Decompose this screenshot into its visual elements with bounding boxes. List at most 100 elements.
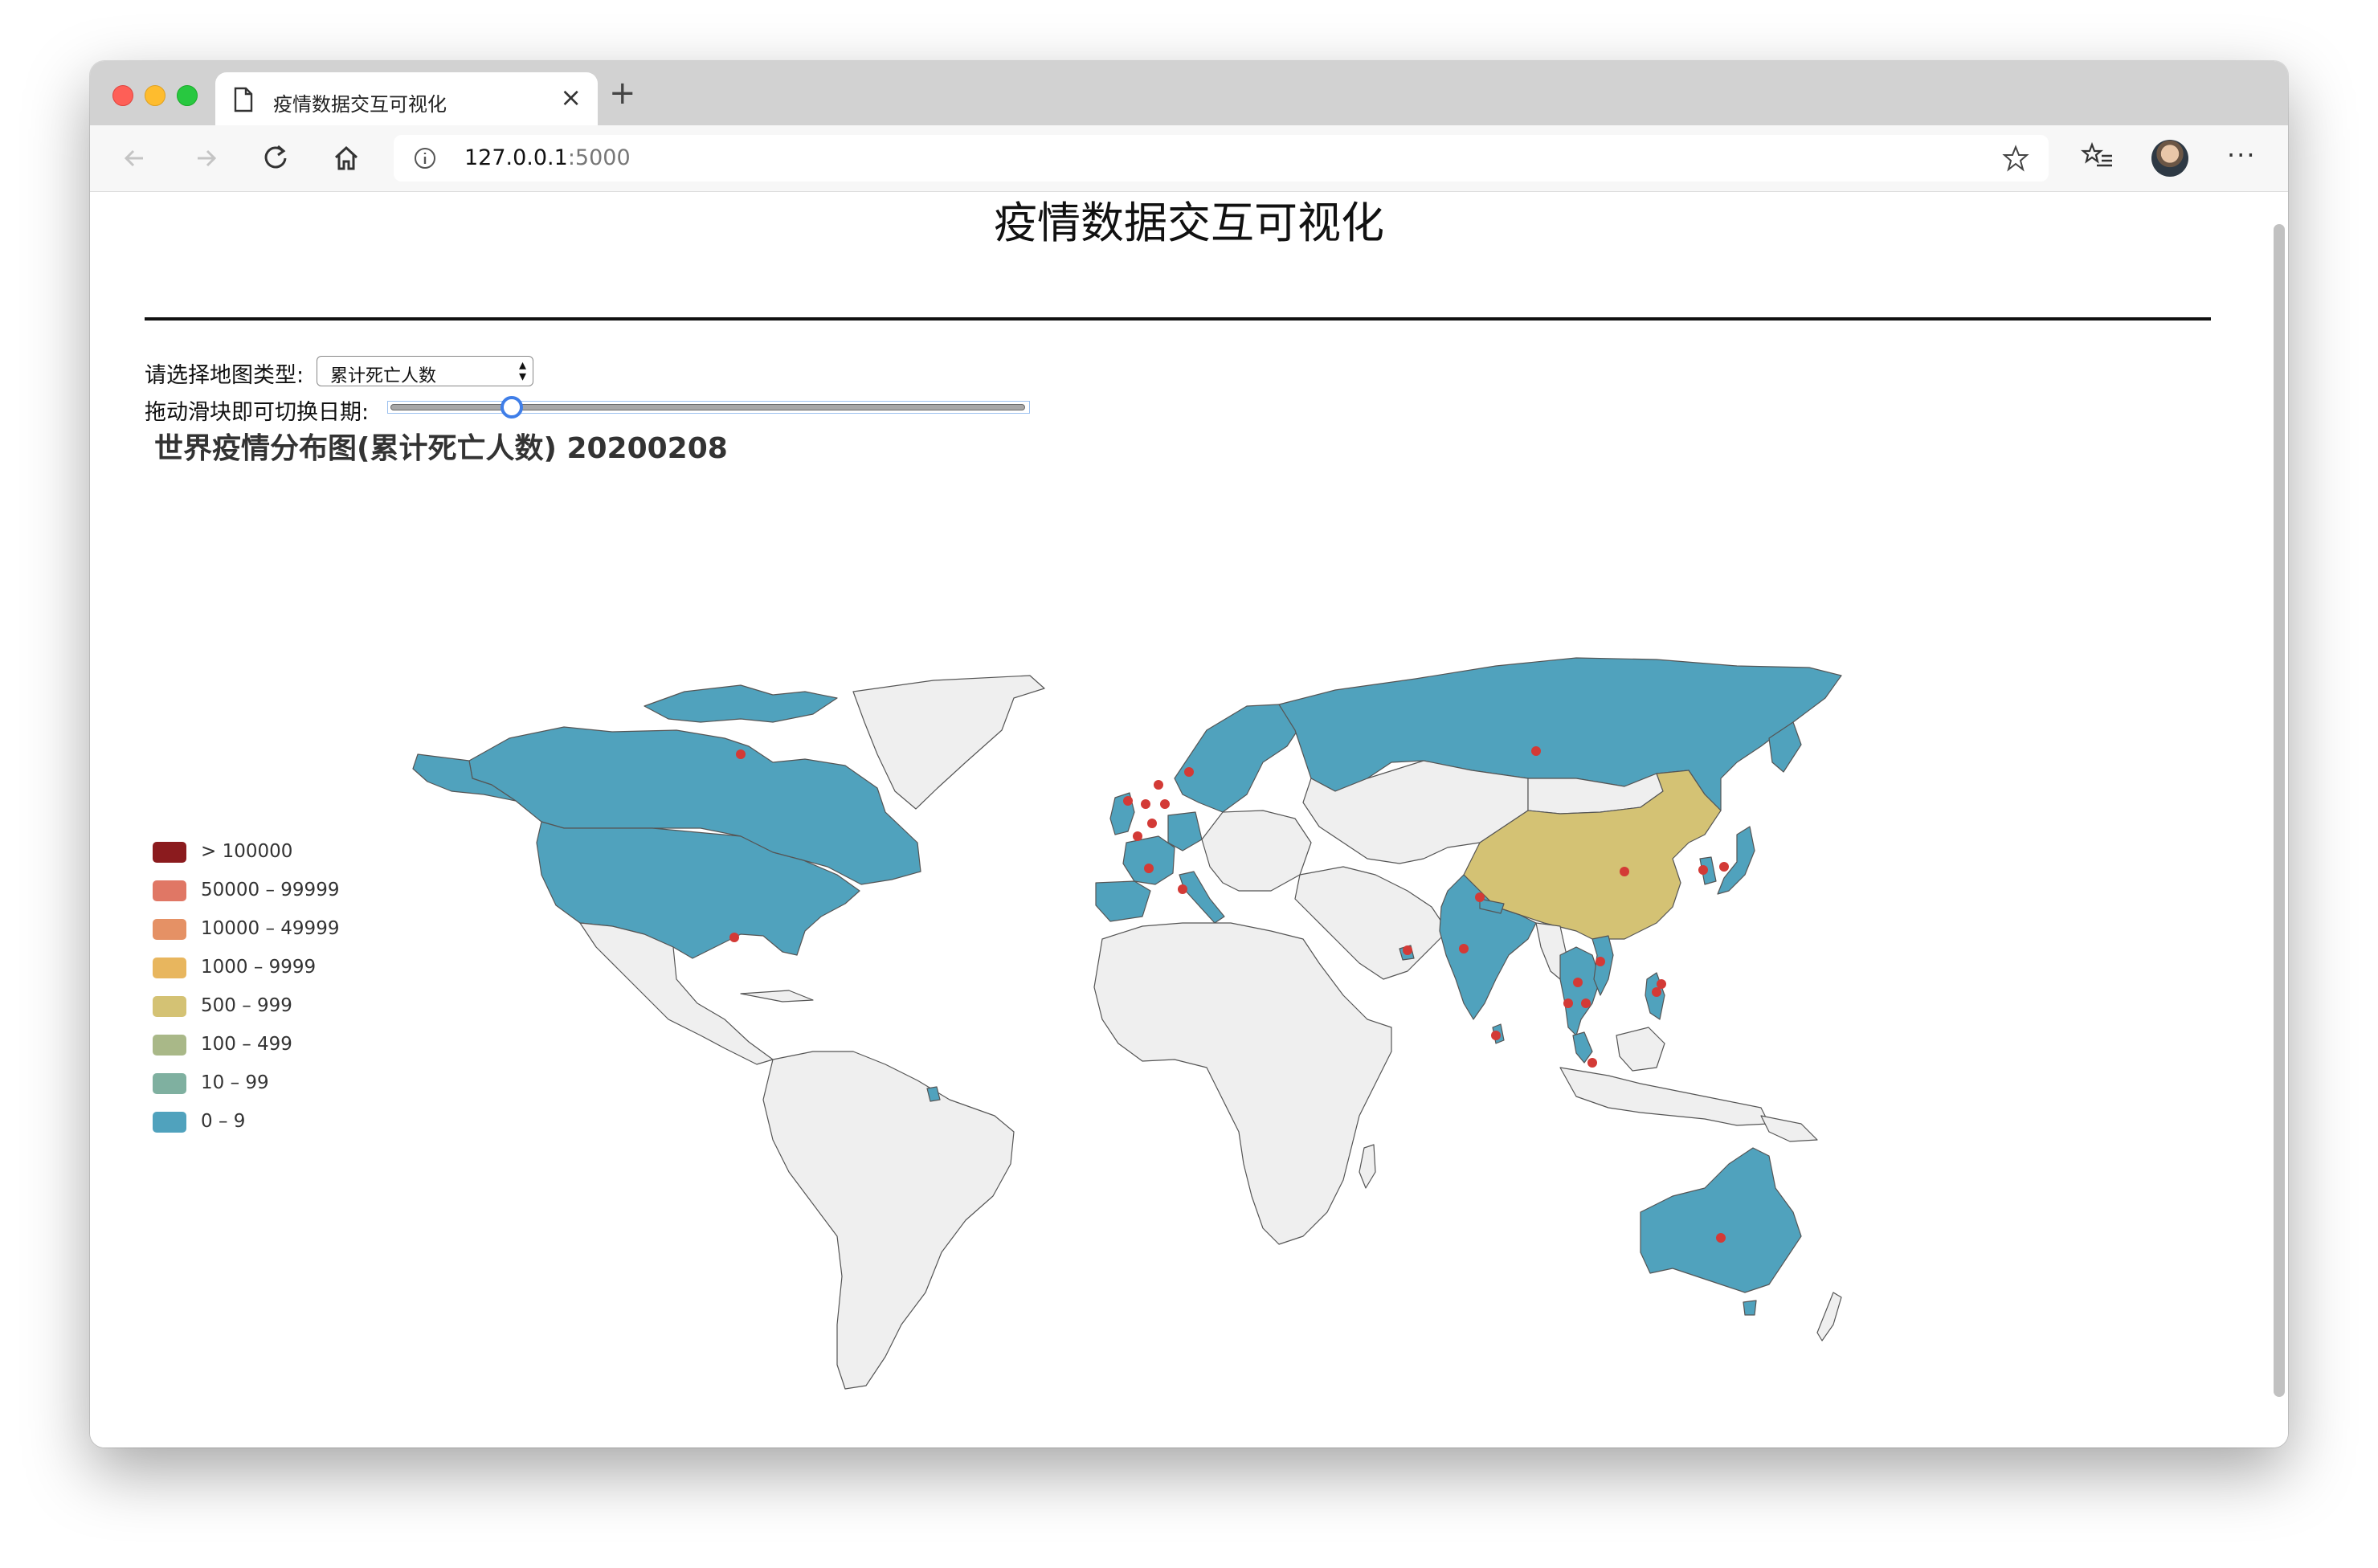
url-text[interactable]: 127.0.0.1:5000 (464, 145, 631, 170)
location-marker[interactable] (1563, 998, 1573, 1008)
location-marker[interactable] (1581, 998, 1591, 1008)
legend-swatch (153, 1112, 186, 1133)
legend-swatch (153, 1073, 186, 1094)
location-marker[interactable] (1178, 884, 1187, 894)
profile-avatar[interactable] (2151, 140, 2188, 177)
country-borneo[interactable] (1616, 1027, 1665, 1072)
minimize-window-button[interactable] (145, 85, 165, 106)
legend-label: 500 – 999 (201, 995, 292, 1016)
close-tab-icon[interactable]: × (560, 84, 582, 111)
country-south-america[interactable] (762, 1051, 1015, 1390)
location-marker[interactable] (1587, 1058, 1597, 1068)
favorite-star-icon[interactable] (2002, 145, 2029, 172)
country-malaysia[interactable] (1572, 1031, 1593, 1064)
tab-title: 疫情数据交互可视化 (273, 93, 447, 116)
location-marker[interactable] (1475, 892, 1485, 902)
location-marker[interactable] (1716, 1233, 1726, 1243)
country-japan[interactable] (1717, 826, 1755, 895)
legend-swatch (153, 996, 186, 1017)
location-marker[interactable] (1141, 799, 1150, 809)
url-port: :5000 (567, 145, 631, 170)
location-marker[interactable] (736, 749, 746, 759)
slider-track[interactable] (390, 404, 1025, 410)
location-marker[interactable] (1596, 957, 1605, 966)
map-type-select[interactable]: 累计死亡人数 ▴ ▾ (317, 356, 533, 386)
country-france[interactable] (1122, 835, 1175, 885)
browser-toolbar: 127.0.0.1:5000 ··· (90, 125, 2288, 192)
location-marker[interactable] (1160, 799, 1170, 809)
page-scrollbar[interactable] (2274, 224, 2285, 1397)
country-new-zealand[interactable] (1816, 1292, 1842, 1341)
browser-tab[interactable]: 疫情数据交互可视化 × (215, 72, 598, 125)
location-marker[interactable] (1147, 819, 1157, 828)
country-africa[interactable] (1093, 922, 1392, 1245)
zoom-window-button[interactable] (177, 85, 198, 106)
location-marker[interactable] (1531, 746, 1541, 756)
location-marker[interactable] (1491, 1031, 1501, 1040)
location-marker[interactable] (1719, 862, 1729, 872)
location-marker[interactable] (729, 933, 739, 942)
country-italy[interactable] (1179, 871, 1225, 924)
legend-label: 10000 – 49999 (201, 918, 340, 939)
location-marker[interactable] (1144, 864, 1154, 873)
date-slider[interactable] (387, 396, 1030, 419)
country-eastern-europe[interactable] (1201, 810, 1312, 892)
legend-swatch (153, 1035, 186, 1056)
world-map[interactable] (323, 602, 1849, 1421)
legend-swatch (153, 919, 186, 940)
date-slider-label: 拖动滑块即可切换日期: (145, 400, 370, 425)
page-title: 疫情数据交互可视化 (994, 198, 1384, 248)
country-papua[interactable] (1760, 1115, 1818, 1142)
map-title: 世界疫情分布图(累计死亡人数) 20200208 (154, 432, 728, 465)
country-canada-islands[interactable] (644, 684, 838, 723)
country-indonesia[interactable] (1559, 1067, 1770, 1126)
back-arrow-icon[interactable] (119, 141, 153, 175)
legend-swatch (153, 842, 186, 863)
forward-arrow-icon[interactable] (188, 141, 222, 175)
legend-label: 1000 – 9999 (201, 957, 317, 978)
page-icon (234, 87, 253, 112)
legend-label: 10 – 99 (201, 1072, 269, 1093)
location-marker[interactable] (1573, 978, 1583, 987)
reload-icon[interactable] (259, 141, 292, 175)
location-marker[interactable] (1698, 865, 1708, 875)
country-cuba[interactable] (740, 990, 814, 1002)
legend-label: 50000 – 99999 (201, 880, 340, 900)
country-germany[interactable] (1167, 811, 1203, 851)
location-marker[interactable] (1459, 944, 1469, 953)
page-content: 疫情数据交互可视化 请选择地图类型: 累计死亡人数 ▴ ▾ 拖动滑块即可切换日期:… (90, 192, 2288, 1448)
country-madagascar[interactable] (1359, 1144, 1376, 1189)
legend-swatch (153, 958, 186, 978)
favorites-list-icon[interactable] (2081, 140, 2114, 174)
tab-strip: 疫情数据交互可视化 × + (90, 61, 2288, 125)
more-menu-icon[interactable]: ··· (2227, 140, 2257, 170)
address-bar[interactable]: 127.0.0.1:5000 (394, 135, 2049, 182)
map-type-selected: 累计死亡人数 (330, 366, 437, 386)
location-marker[interactable] (1403, 945, 1412, 955)
country-greenland[interactable] (852, 675, 1045, 810)
country-scandinavia[interactable] (1174, 704, 1304, 813)
location-marker[interactable] (1652, 987, 1661, 997)
legend-label: > 100000 (201, 841, 293, 862)
browser-window: 疫情数据交互可视化 × + 127.0.0.1:5000 ··· 疫情数据交互可… (90, 61, 2288, 1448)
location-marker[interactable] (1620, 867, 1629, 876)
location-marker[interactable] (1657, 979, 1666, 989)
legend-swatch (153, 880, 186, 901)
url-host: 127.0.0.1 (464, 145, 568, 170)
location-marker[interactable] (1154, 780, 1163, 790)
legend-label: 100 – 499 (201, 1034, 292, 1055)
country-spain[interactable] (1095, 880, 1151, 922)
select-arrows-icon: ▴ ▾ (518, 357, 526, 385)
location-marker[interactable] (1184, 767, 1194, 777)
country-australia[interactable] (1640, 1147, 1802, 1293)
country-tasmania[interactable] (1743, 1300, 1757, 1316)
legend-label: 0 – 9 (201, 1111, 246, 1132)
close-window-button[interactable] (112, 85, 133, 106)
info-icon[interactable] (413, 146, 437, 170)
location-marker[interactable] (1133, 831, 1142, 841)
location-marker[interactable] (1123, 796, 1133, 806)
slider-thumb[interactable] (501, 396, 523, 419)
new-tab-button[interactable]: + (609, 76, 636, 111)
country-thailand-cambodia[interactable] (1559, 946, 1601, 1036)
home-icon[interactable] (329, 141, 363, 175)
